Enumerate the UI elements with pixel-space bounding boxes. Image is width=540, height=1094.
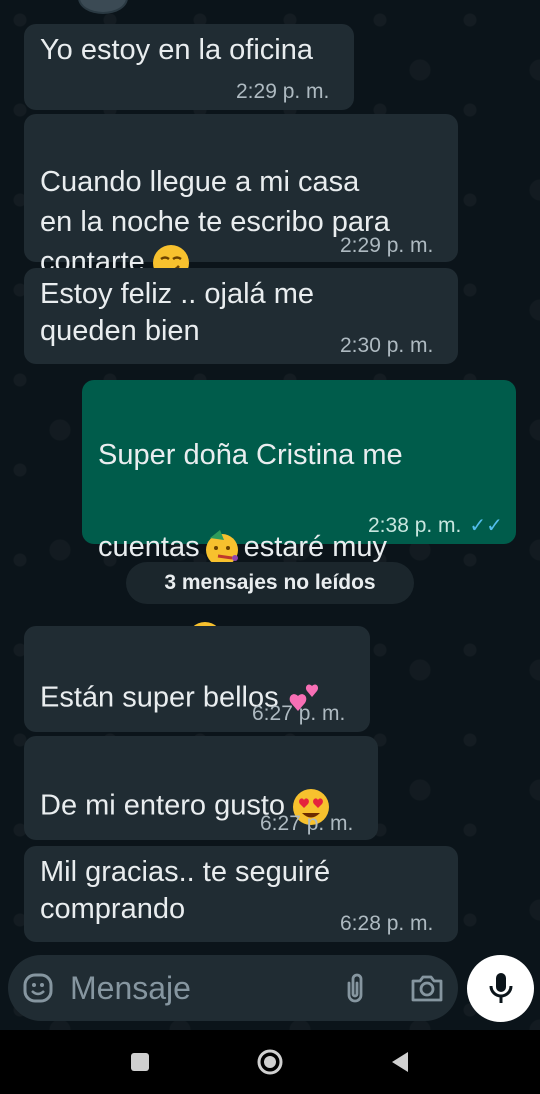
message-time: 2:30 p. m. <box>340 334 434 357</box>
system-navigation-bar <box>0 1030 540 1094</box>
message-input[interactable]: Mensaje <box>70 969 191 1007</box>
message-bubble-incoming[interactable]: Estoy feliz .. ojalá me queden bien 2:30… <box>24 268 458 364</box>
message-text-content: Están super bellos <box>40 681 279 714</box>
read-ticks-icon: ✓✓ <box>469 515 503 537</box>
message-bubble-incoming[interactable]: Cuando llegue a mi casa en la noche te e… <box>24 114 458 282</box>
attach-icon[interactable] <box>340 971 370 1005</box>
message-text-line1: Super doña Cristina me <box>98 439 403 471</box>
message-text: Estoy feliz .. ojalá me queden bien <box>40 278 314 347</box>
message-time: 2:38 p. m. ✓✓ <box>368 514 503 538</box>
message-bubble-outgoing[interactable]: Super doña Cristina me cuentas estaré muy… <box>82 380 516 659</box>
mic-icon <box>489 973 513 1003</box>
message-time: 6:27 p. m. <box>260 812 354 835</box>
emoji-icon[interactable] <box>22 972 54 1004</box>
message-text-line2a: cuentas <box>98 531 200 563</box>
back-icon[interactable] <box>386 1048 414 1076</box>
home-icon[interactable] <box>256 1048 284 1076</box>
message-text: Mil gracias.. te seguiré comprando <box>40 856 331 925</box>
message-bubble-incoming[interactable]: Están super bellos 6:27 p. m. <box>24 626 370 732</box>
message-text-content: Cuando llegue a mi casa en la noche te e… <box>40 166 390 278</box>
message-text: Super doña Cristina me cuentas estaré muy… <box>98 386 403 662</box>
mic-button[interactable] <box>467 955 534 1022</box>
unread-messages-banner: 3 mensajes no leídos <box>126 562 414 604</box>
recent-apps-icon[interactable] <box>126 1048 154 1076</box>
message-bubble-incoming[interactable]: Mil gracias.. te seguiré comprando 6:28 … <box>24 846 458 942</box>
message-time: 2:29 p. m. <box>340 234 434 257</box>
message-text: Cuando llegue a mi casa en la noche te e… <box>40 122 390 283</box>
message-time-text: 2:38 p. m. <box>368 514 462 537</box>
message-text-line2b: estaré muy <box>243 531 388 563</box>
camera-icon[interactable] <box>410 972 444 1004</box>
message-time: 6:27 p. m. <box>252 702 346 725</box>
message-text-content: De mi entero gusto <box>40 789 286 822</box>
message-bubble-incoming[interactable]: Yo estoy en la oficina 2:29 p. m. <box>24 24 354 110</box>
message-composer: Mensaje <box>8 955 458 1021</box>
message-time: 6:28 p. m. <box>340 912 434 935</box>
message-bubble-incoming[interactable]: De mi entero gusto 6:27 p. m. <box>24 736 378 840</box>
message-text: Yo estoy en la oficina <box>40 34 314 66</box>
message-time: 2:29 p. m. <box>236 80 330 103</box>
